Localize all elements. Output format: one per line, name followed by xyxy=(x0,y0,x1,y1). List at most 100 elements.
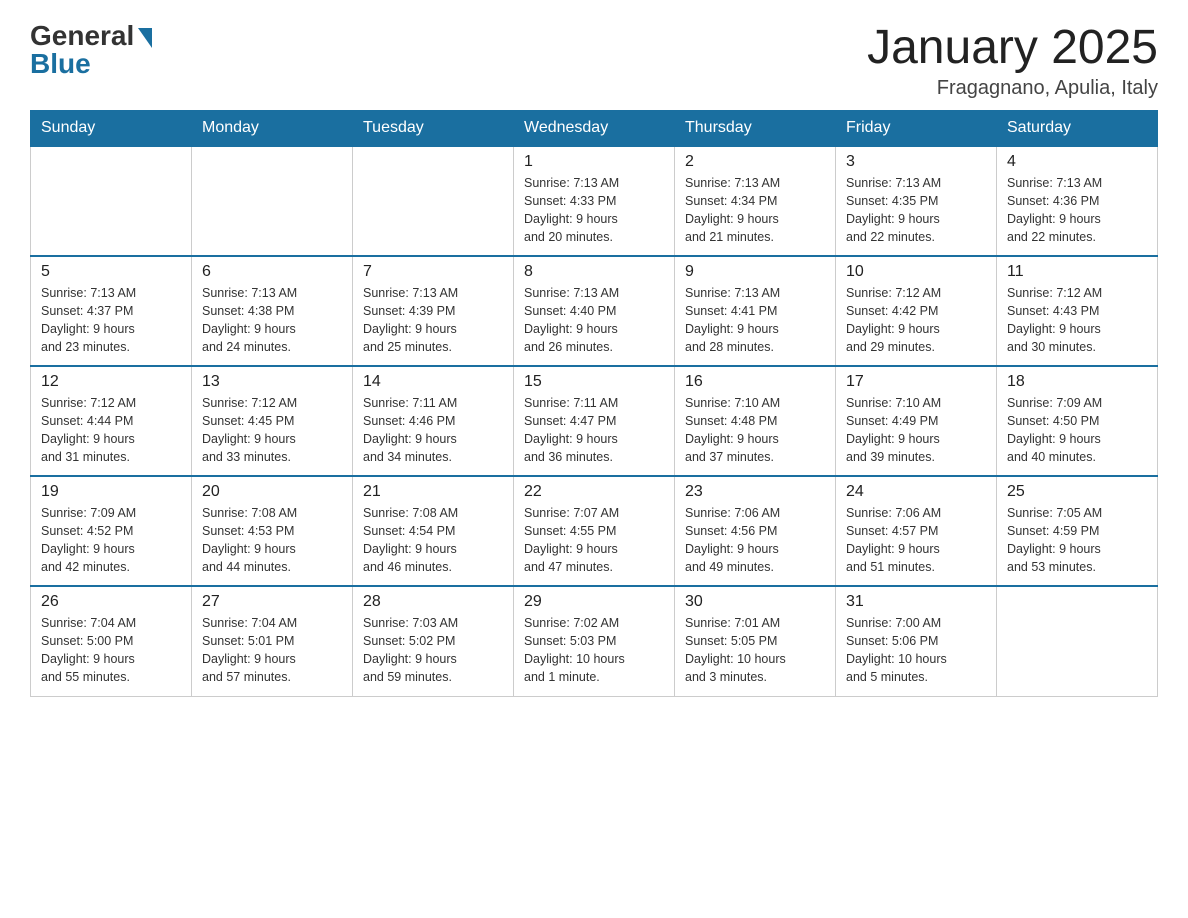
calendar-day-18: 18 Sunrise: 7:09 AM Sunset: 4:50 PM Dayli… xyxy=(997,366,1158,476)
calendar-day-30: 30 Sunrise: 7:01 AM Sunset: 5:05 PM Dayli… xyxy=(675,586,836,696)
calendar-day-19: 19 Sunrise: 7:09 AM Sunset: 4:52 PM Dayli… xyxy=(31,476,192,586)
day-number: 14 xyxy=(363,373,503,391)
day-number: 9 xyxy=(685,263,825,281)
calendar-week-row: 19 Sunrise: 7:09 AM Sunset: 4:52 PM Dayli… xyxy=(31,476,1158,586)
weekday-header-monday: Monday xyxy=(192,111,353,147)
day-number: 20 xyxy=(202,483,342,501)
day-info: Sunrise: 7:09 AM Sunset: 4:50 PM Dayligh… xyxy=(1007,394,1147,467)
day-info: Sunrise: 7:12 AM Sunset: 4:44 PM Dayligh… xyxy=(41,394,181,467)
day-info: Sunrise: 7:01 AM Sunset: 5:05 PM Dayligh… xyxy=(685,614,825,687)
calendar-day-10: 10 Sunrise: 7:12 AM Sunset: 4:42 PM Dayli… xyxy=(836,256,997,366)
day-number: 6 xyxy=(202,263,342,281)
day-info: Sunrise: 7:04 AM Sunset: 5:00 PM Dayligh… xyxy=(41,614,181,687)
calendar-day-20: 20 Sunrise: 7:08 AM Sunset: 4:53 PM Dayli… xyxy=(192,476,353,586)
day-info: Sunrise: 7:13 AM Sunset: 4:41 PM Dayligh… xyxy=(685,284,825,357)
calendar-day-25: 25Sunrise: 7:05 AM Sunset: 4:59 PM Dayli… xyxy=(997,476,1158,586)
day-info: Sunrise: 7:08 AM Sunset: 4:53 PM Dayligh… xyxy=(202,504,342,577)
day-info: Sunrise: 7:13 AM Sunset: 4:34 PM Dayligh… xyxy=(685,174,825,247)
day-number: 7 xyxy=(363,263,503,281)
weekday-header-thursday: Thursday xyxy=(675,111,836,147)
calendar-day-15: 15 Sunrise: 7:11 AM Sunset: 4:47 PM Dayli… xyxy=(514,366,675,476)
day-number: 26 xyxy=(41,593,181,611)
logo: General Blue xyxy=(30,20,152,80)
calendar-empty-cell xyxy=(31,146,192,256)
calendar-day-23: 23 Sunrise: 7:06 AM Sunset: 4:56 PM Dayli… xyxy=(675,476,836,586)
day-number: 27 xyxy=(202,593,342,611)
day-info: Sunrise: 7:13 AM Sunset: 4:35 PM Dayligh… xyxy=(846,174,986,247)
calendar-day-12: 12Sunrise: 7:12 AM Sunset: 4:44 PM Dayli… xyxy=(31,366,192,476)
weekday-header-tuesday: Tuesday xyxy=(353,111,514,147)
weekday-header-row: SundayMondayTuesdayWednesdayThursdayFrid… xyxy=(31,111,1158,147)
calendar-week-row: 12Sunrise: 7:12 AM Sunset: 4:44 PM Dayli… xyxy=(31,366,1158,476)
calendar-day-17: 17 Sunrise: 7:10 AM Sunset: 4:49 PM Dayli… xyxy=(836,366,997,476)
day-info: Sunrise: 7:13 AM Sunset: 4:33 PM Dayligh… xyxy=(524,174,664,247)
day-number: 4 xyxy=(1007,153,1147,171)
day-info: Sunrise: 7:13 AM Sunset: 4:38 PM Dayligh… xyxy=(202,284,342,357)
day-number: 1 xyxy=(524,153,664,171)
day-number: 15 xyxy=(524,373,664,391)
day-number: 31 xyxy=(846,593,986,611)
day-info: Sunrise: 7:07 AM Sunset: 4:55 PM Dayligh… xyxy=(524,504,664,577)
calendar-empty-cell xyxy=(997,586,1158,696)
title-section: January 2025 Fragagnano, Apulia, Italy xyxy=(867,20,1158,100)
day-number: 3 xyxy=(846,153,986,171)
month-title: January 2025 xyxy=(867,20,1158,75)
day-info: Sunrise: 7:06 AM Sunset: 4:57 PM Dayligh… xyxy=(846,504,986,577)
day-number: 21 xyxy=(363,483,503,501)
page-header: General Blue January 2025 Fragagnano, Ap… xyxy=(30,20,1158,100)
day-info: Sunrise: 7:08 AM Sunset: 4:54 PM Dayligh… xyxy=(363,504,503,577)
calendar-day-1: 1 Sunrise: 7:13 AM Sunset: 4:33 PM Daylig… xyxy=(514,146,675,256)
calendar-empty-cell xyxy=(353,146,514,256)
weekday-header-saturday: Saturday xyxy=(997,111,1158,147)
day-info: Sunrise: 7:00 AM Sunset: 5:06 PM Dayligh… xyxy=(846,614,986,687)
calendar-day-28: 28Sunrise: 7:03 AM Sunset: 5:02 PM Dayli… xyxy=(353,586,514,696)
day-info: Sunrise: 7:05 AM Sunset: 4:59 PM Dayligh… xyxy=(1007,504,1147,577)
calendar-day-8: 8 Sunrise: 7:13 AM Sunset: 4:40 PM Daylig… xyxy=(514,256,675,366)
calendar-day-22: 22Sunrise: 7:07 AM Sunset: 4:55 PM Dayli… xyxy=(514,476,675,586)
day-info: Sunrise: 7:12 AM Sunset: 4:45 PM Dayligh… xyxy=(202,394,342,467)
day-info: Sunrise: 7:09 AM Sunset: 4:52 PM Dayligh… xyxy=(41,504,181,577)
day-number: 30 xyxy=(685,593,825,611)
day-info: Sunrise: 7:13 AM Sunset: 4:36 PM Dayligh… xyxy=(1007,174,1147,247)
day-number: 10 xyxy=(846,263,986,281)
logo-triangle-icon xyxy=(138,28,152,48)
calendar-day-11: 11 Sunrise: 7:12 AM Sunset: 4:43 PM Dayli… xyxy=(997,256,1158,366)
day-info: Sunrise: 7:06 AM Sunset: 4:56 PM Dayligh… xyxy=(685,504,825,577)
weekday-header-wednesday: Wednesday xyxy=(514,111,675,147)
day-info: Sunrise: 7:04 AM Sunset: 5:01 PM Dayligh… xyxy=(202,614,342,687)
calendar-day-27: 27 Sunrise: 7:04 AM Sunset: 5:01 PM Dayli… xyxy=(192,586,353,696)
calendar-day-7: 7Sunrise: 7:13 AM Sunset: 4:39 PM Daylig… xyxy=(353,256,514,366)
calendar-week-row: 26 Sunrise: 7:04 AM Sunset: 5:00 PM Dayli… xyxy=(31,586,1158,696)
calendar-day-4: 4 Sunrise: 7:13 AM Sunset: 4:36 PM Daylig… xyxy=(997,146,1158,256)
day-info: Sunrise: 7:12 AM Sunset: 4:42 PM Dayligh… xyxy=(846,284,986,357)
calendar-day-9: 9 Sunrise: 7:13 AM Sunset: 4:41 PM Daylig… xyxy=(675,256,836,366)
day-info: Sunrise: 7:03 AM Sunset: 5:02 PM Dayligh… xyxy=(363,614,503,687)
calendar-day-13: 13Sunrise: 7:12 AM Sunset: 4:45 PM Dayli… xyxy=(192,366,353,476)
calendar-day-3: 3 Sunrise: 7:13 AM Sunset: 4:35 PM Daylig… xyxy=(836,146,997,256)
logo-blue: Blue xyxy=(30,48,91,80)
calendar-day-29: 29Sunrise: 7:02 AM Sunset: 5:03 PM Dayli… xyxy=(514,586,675,696)
day-info: Sunrise: 7:11 AM Sunset: 4:46 PM Dayligh… xyxy=(363,394,503,467)
day-info: Sunrise: 7:10 AM Sunset: 4:49 PM Dayligh… xyxy=(846,394,986,467)
day-number: 23 xyxy=(685,483,825,501)
calendar-day-2: 2Sunrise: 7:13 AM Sunset: 4:34 PM Daylig… xyxy=(675,146,836,256)
day-number: 24 xyxy=(846,483,986,501)
calendar-empty-cell xyxy=(192,146,353,256)
day-number: 17 xyxy=(846,373,986,391)
day-number: 11 xyxy=(1007,263,1147,281)
day-info: Sunrise: 7:10 AM Sunset: 4:48 PM Dayligh… xyxy=(685,394,825,467)
calendar-day-14: 14 Sunrise: 7:11 AM Sunset: 4:46 PM Dayli… xyxy=(353,366,514,476)
calendar-day-31: 31 Sunrise: 7:00 AM Sunset: 5:06 PM Dayli… xyxy=(836,586,997,696)
location: Fragagnano, Apulia, Italy xyxy=(867,77,1158,100)
day-number: 19 xyxy=(41,483,181,501)
calendar-day-5: 5Sunrise: 7:13 AM Sunset: 4:37 PM Daylig… xyxy=(31,256,192,366)
day-info: Sunrise: 7:11 AM Sunset: 4:47 PM Dayligh… xyxy=(524,394,664,467)
day-number: 18 xyxy=(1007,373,1147,391)
calendar-week-row: 5Sunrise: 7:13 AM Sunset: 4:37 PM Daylig… xyxy=(31,256,1158,366)
day-info: Sunrise: 7:12 AM Sunset: 4:43 PM Dayligh… xyxy=(1007,284,1147,357)
calendar-day-16: 16 Sunrise: 7:10 AM Sunset: 4:48 PM Dayli… xyxy=(675,366,836,476)
day-number: 8 xyxy=(524,263,664,281)
day-info: Sunrise: 7:13 AM Sunset: 4:40 PM Dayligh… xyxy=(524,284,664,357)
day-info: Sunrise: 7:02 AM Sunset: 5:03 PM Dayligh… xyxy=(524,614,664,687)
day-number: 16 xyxy=(685,373,825,391)
